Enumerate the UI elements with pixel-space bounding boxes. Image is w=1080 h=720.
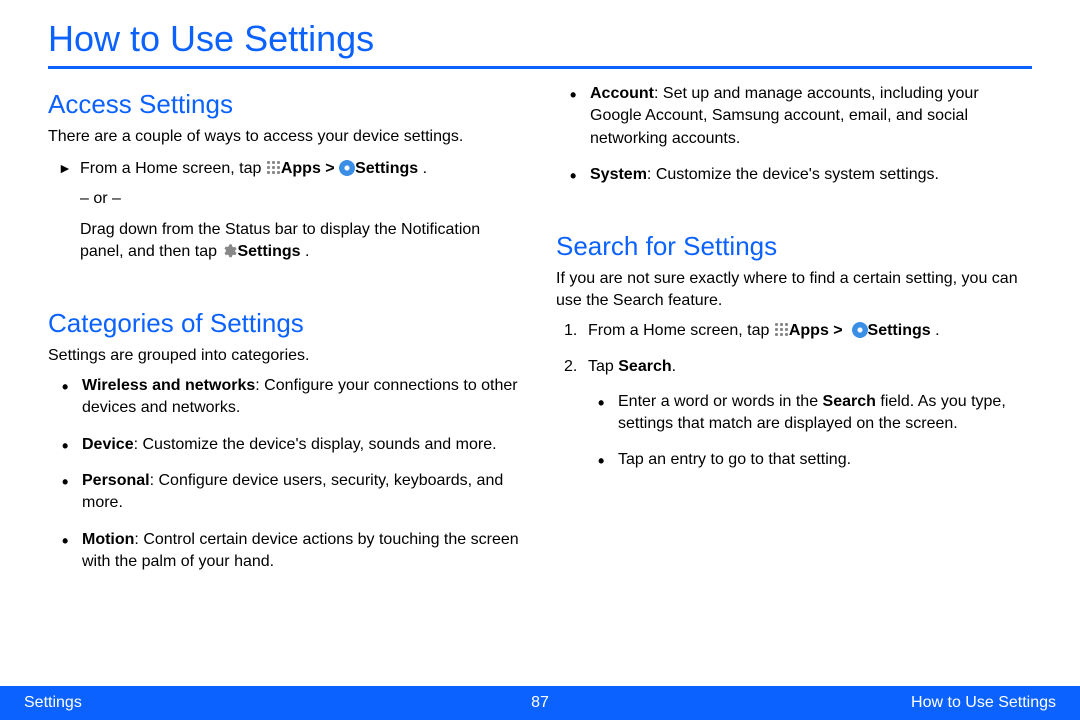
categories-intro: Settings are grouped into categories. [48, 345, 524, 367]
access-step-alt: Drag down from the Status bar to display… [80, 219, 524, 264]
page-footer: Settings 87 How to Use Settings [0, 686, 1080, 720]
category-item: Device: Customize the device's display, … [82, 434, 524, 456]
footer-left: Settings [24, 694, 82, 712]
or-separator: – or – [80, 188, 524, 210]
search-sub-item: Tap an entry to go to that setting. [618, 449, 1032, 471]
search-substeps: Enter a word or words in the Search fiel… [588, 391, 1032, 472]
right-column: Account: Set up and manage accounts, inc… [556, 83, 1032, 587]
category-item: Account: Set up and manage accounts, inc… [590, 83, 1032, 150]
footer-right: How to Use Settings [911, 694, 1056, 712]
search-steps: From a Home screen, tap Apps > Settings … [556, 320, 1032, 472]
category-item: System: Customize the device's system se… [590, 164, 1032, 186]
access-steps: ► From a Home screen, tap Apps > Setting… [48, 158, 524, 264]
categories-list-left: Wireless and networks: Configure your co… [48, 375, 524, 574]
left-column: Access Settings There are a couple of wa… [48, 83, 524, 587]
search-step-1: From a Home screen, tap Apps > Settings … [588, 320, 1032, 342]
footer-page-number: 87 [531, 694, 549, 712]
access-heading: Access Settings [48, 89, 524, 120]
page-title: How to Use Settings [48, 18, 1032, 69]
access-step-1: From a Home screen, tap Apps > Settings … [80, 158, 524, 180]
apps-grid-icon [774, 322, 789, 337]
arrow-icon: ► [58, 159, 72, 179]
settings-gear-icon [852, 322, 868, 338]
category-item: Personal: Configure device users, securi… [82, 470, 524, 515]
search-intro: If you are not sure exactly where to fin… [556, 268, 1032, 312]
search-step-2: Tap Search. Enter a word or words in the… [588, 356, 1032, 472]
gear-icon [221, 243, 237, 259]
categories-heading: Categories of Settings [48, 308, 524, 339]
search-heading: Search for Settings [556, 231, 1032, 262]
settings-gear-icon [339, 160, 355, 176]
apps-grid-icon [266, 160, 281, 175]
search-sub-item: Enter a word or words in the Search fiel… [618, 391, 1032, 436]
category-item: Wireless and networks: Configure your co… [82, 375, 524, 420]
categories-list-right: Account: Set up and manage accounts, inc… [556, 83, 1032, 187]
access-intro: There are a couple of ways to access you… [48, 126, 524, 148]
category-item: Motion: Control certain device actions b… [82, 529, 524, 574]
